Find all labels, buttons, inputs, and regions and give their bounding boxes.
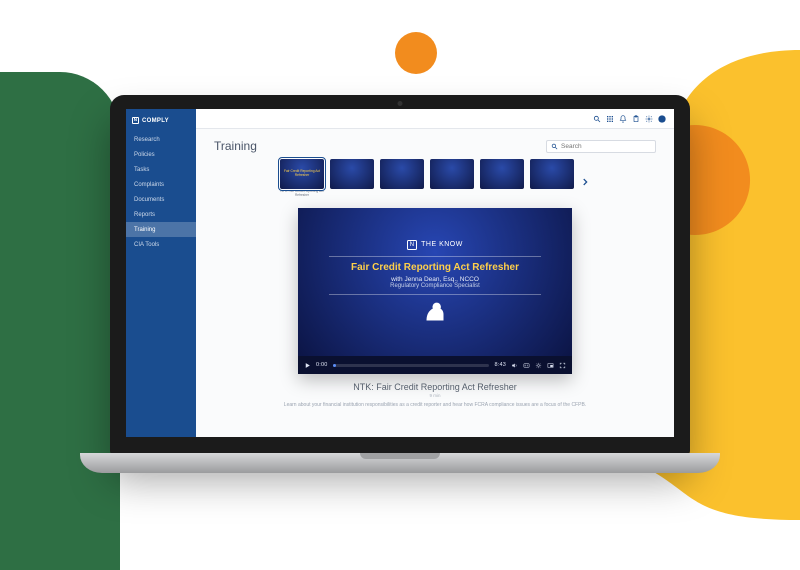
settings-button[interactable] <box>535 356 542 374</box>
play-button[interactable] <box>304 356 311 374</box>
carousel-item <box>430 159 474 198</box>
detail-meta: 9 min <box>214 393 656 398</box>
page-body: Training Fair Credit Reporting Act Refre… <box>196 129 674 437</box>
laptop-bezel: N COMPLY Research Policies Tasks Complai… <box>110 95 690 455</box>
carousel-item <box>480 159 524 198</box>
thumbnail-caption <box>380 190 424 198</box>
sidebar: N COMPLY Research Policies Tasks Complai… <box>126 109 196 437</box>
clipboard-icon[interactable] <box>632 115 640 123</box>
thumbnail-caption <box>430 190 474 198</box>
app-screen: N COMPLY Research Policies Tasks Complai… <box>126 109 674 437</box>
carousel-thumbnail[interactable] <box>380 159 424 189</box>
decorative-green-blob <box>0 72 120 570</box>
sidebar-item-label: CIA Tools <box>134 242 159 248</box>
sidebar-item-label: Research <box>134 137 160 143</box>
topbar <box>196 109 674 129</box>
carousel-item: Fair Credit Reporting Act Refresher NTK:… <box>280 159 324 198</box>
video-time-current: 0:00 <box>316 362 328 368</box>
video-presenter: with Jenna Dean, Esq., NCCO <box>391 276 479 283</box>
video-controls: 0:00 8:43 <box>298 356 572 374</box>
page-header: Training <box>214 139 656 153</box>
video-brand-logo-icon: N <box>407 240 417 250</box>
bell-icon[interactable] <box>619 115 627 123</box>
sidebar-item-label: Tasks <box>134 167 149 173</box>
divider <box>329 294 541 295</box>
pip-button[interactable] <box>547 356 554 374</box>
sidebar-item-label: Documents <box>134 197 164 203</box>
search-icon <box>551 143 558 150</box>
carousel-thumbnail[interactable]: Fair Credit Reporting Act Refresher <box>280 159 324 189</box>
thumbnail-title: Fair Credit Reporting Act Refresher <box>280 170 324 177</box>
training-carousel: Fair Credit Reporting Act Refresher NTK:… <box>214 159 656 198</box>
laptop-base <box>80 453 720 473</box>
carousel-thumbnail[interactable] <box>330 159 374 189</box>
carousel-next-button[interactable] <box>580 174 590 184</box>
detail-title: NTK: Fair Credit Reporting Act Refresher <box>214 382 656 392</box>
gear-icon[interactable] <box>645 115 653 123</box>
fullscreen-button[interactable] <box>559 356 566 374</box>
sidebar-item-complaints[interactable]: Complaints <box>126 177 196 192</box>
sidebar-item-reports[interactable]: Reports <box>126 207 196 222</box>
sidebar-item-label: Training <box>134 227 155 233</box>
carousel-item <box>330 159 374 198</box>
thumbnail-caption <box>530 190 574 198</box>
sidebar-item-cia-tools[interactable]: CIA Tools <box>126 237 196 252</box>
carousel-thumbnail[interactable] <box>530 159 574 189</box>
sidebar-item-tasks[interactable]: Tasks <box>126 162 196 177</box>
laptop-mockup: N COMPLY Research Policies Tasks Complai… <box>110 95 690 475</box>
thumbnail-caption <box>480 190 524 198</box>
video-brand-label: THE KNOW <box>421 241 463 248</box>
video-illustration-icon <box>418 299 452 325</box>
app-brand[interactable]: N COMPLY <box>126 109 196 132</box>
video-progress-bar[interactable] <box>333 364 490 367</box>
video-brand: N THE KNOW <box>407 240 463 250</box>
video-title: Fair Credit Reporting Act Refresher <box>351 262 519 273</box>
search-icon[interactable] <box>593 115 601 123</box>
video-presenter-role: Regulatory Compliance Specialist <box>390 283 480 289</box>
page-title: Training <box>214 139 257 153</box>
divider <box>329 256 541 257</box>
decorative-orange-dot <box>395 32 437 74</box>
captions-button[interactable] <box>523 356 530 374</box>
carousel-thumbnail[interactable] <box>430 159 474 189</box>
thumbnail-caption <box>330 190 374 198</box>
sidebar-item-label: Policies <box>134 152 155 158</box>
avatar-icon[interactable] <box>658 115 666 123</box>
carousel-item <box>530 159 574 198</box>
brand-logo-icon: N <box>132 117 139 124</box>
carousel-thumbnail[interactable] <box>480 159 524 189</box>
thumbnail-caption: NTK: Fair Credit Reporting Act Refresher <box>280 190 324 198</box>
video-time-total: 8:43 <box>494 362 506 368</box>
brand-label: COMPLY <box>142 118 169 124</box>
sidebar-item-documents[interactable]: Documents <box>126 192 196 207</box>
volume-button[interactable] <box>511 356 518 374</box>
sidebar-item-label: Reports <box>134 212 155 218</box>
sidebar-item-label: Complaints <box>134 182 164 188</box>
sidebar-nav: Research Policies Tasks Complaints Docum… <box>126 132 196 252</box>
detail-description: Learn about your financial institution r… <box>255 402 615 409</box>
video-poster[interactable]: N THE KNOW Fair Credit Reporting Act Ref… <box>298 208 572 356</box>
carousel-item <box>380 159 424 198</box>
search-input[interactable] <box>561 143 651 150</box>
sidebar-item-research[interactable]: Research <box>126 132 196 147</box>
sidebar-item-policies[interactable]: Policies <box>126 147 196 162</box>
video-detail: NTK: Fair Credit Reporting Act Refresher… <box>214 382 656 409</box>
video-player: N THE KNOW Fair Credit Reporting Act Ref… <box>298 208 572 374</box>
grid-icon[interactable] <box>606 115 614 123</box>
search-box[interactable] <box>546 140 656 153</box>
main-content: Training Fair Credit Reporting Act Refre… <box>196 109 674 437</box>
sidebar-item-training[interactable]: Training <box>126 222 196 237</box>
